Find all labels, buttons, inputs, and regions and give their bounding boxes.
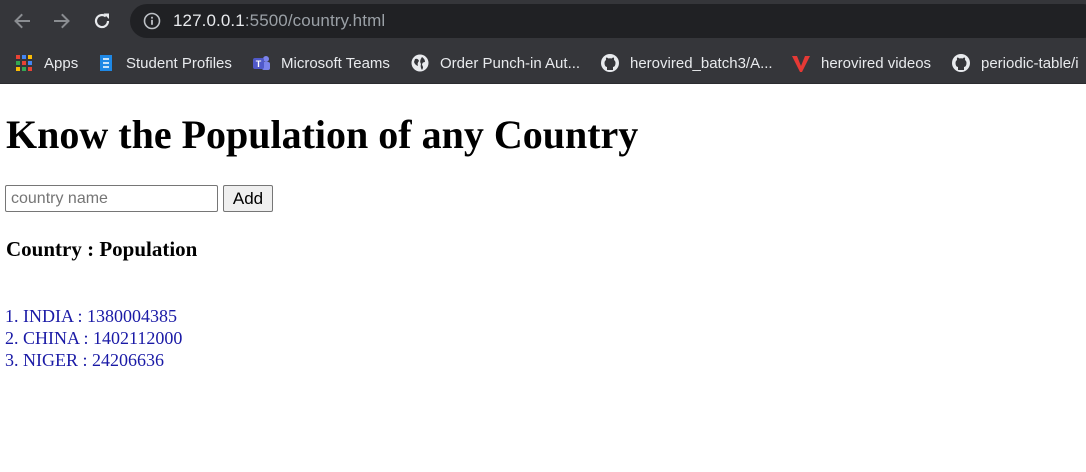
site-info-icon[interactable] [143,12,161,30]
url-path: :5500/country.html [244,11,386,30]
bookmark-label: periodic-table/i [981,54,1079,72]
bookmark-label: Student Profiles [126,54,232,72]
github-icon [600,53,620,73]
list-item: 1. INDIA : 1380004385 [5,306,177,326]
forward-button[interactable] [50,10,74,32]
bookmark-label: herovired_batch3/A... [630,54,773,72]
student-profiles-icon [96,53,116,73]
bookmark-periodic-table[interactable]: periodic-table/i [951,51,1079,75]
back-arrow-icon [14,13,30,29]
bookmark-order-punch-in[interactable]: Order Punch-in Aut... [410,51,580,75]
back-button[interactable] [10,10,34,32]
svg-text:T: T [256,59,262,69]
list-item: 3. NIGER : 24206636 [5,350,164,370]
bookmark-label: Order Punch-in Aut... [440,54,581,72]
browser-chrome: 127.0.0.1:5500/country.html Apps Student… [0,0,1086,84]
browser-toolbar: 127.0.0.1:5500/country.html [0,0,1086,42]
herovired-icon [791,53,811,73]
bookmark-herovired-videos[interactable]: herovired videos [791,51,931,75]
bookmark-student-profiles[interactable]: Student Profiles [96,51,232,75]
apps-grid-icon [14,53,34,73]
country-name-input[interactable] [5,185,218,212]
bookmark-microsoft-teams[interactable]: T Microsoft Teams [251,51,390,75]
forward-arrow-icon [54,13,70,29]
add-button[interactable]: Add [223,185,273,212]
url-host: 127.0.0.1 [173,11,245,30]
bookmarks-bar: Apps Student Profiles T Microsoft Teams [0,42,1086,84]
bookmark-label: herovired videos [821,54,932,72]
page-title: Know the Population of any Country [6,112,639,157]
globe-icon [410,53,430,73]
population-list: 1. INDIA : 1380004385 2. CHINA : 1402112… [5,305,182,371]
list-item: 2. CHINA : 1402112000 [5,328,183,348]
results-heading: Country : Population [6,237,198,261]
url-text: 127.0.0.1:5500/country.html [173,11,385,31]
reload-icon [94,13,110,29]
bookmark-label: Microsoft Teams [281,54,390,72]
reload-button[interactable] [90,10,114,32]
github-icon [951,53,971,73]
bookmark-label: Apps [44,54,79,72]
bookmark-herovired-batch3[interactable]: herovired_batch3/A... [600,51,773,75]
teams-icon: T [251,53,271,73]
bookmark-apps[interactable]: Apps [14,51,78,75]
address-bar[interactable]: 127.0.0.1:5500/country.html [130,4,1086,38]
